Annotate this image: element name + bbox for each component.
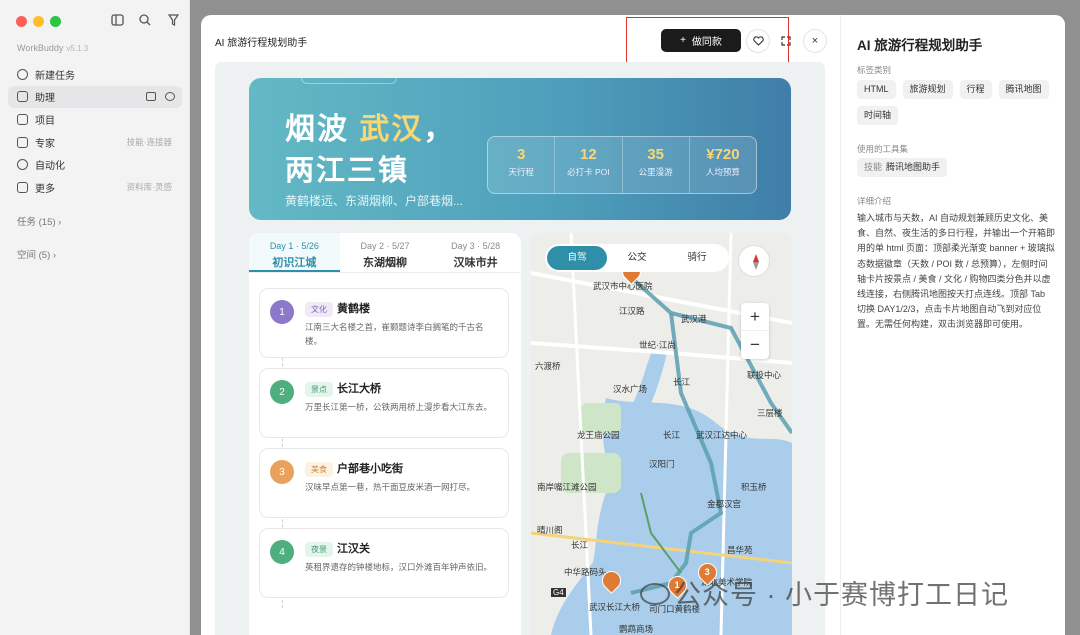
tag-chip: 时间轴 <box>857 106 899 125</box>
group-spaces[interactable]: 空间 (5) › <box>17 247 56 261</box>
stop-tag: 夜景 <box>305 542 333 557</box>
zoom-in-button[interactable]: + <box>741 303 769 331</box>
stats-badge: 3 天行程 12 必打卡 POI 35 公里漫游 ¥720 人均预算 <box>487 136 757 194</box>
detail-panel: AI 旅游行程规划助手 标签类别 HTML 旅游规划 行程 腾讯地图 时间轴 使… <box>840 15 1065 635</box>
highway-badge: G4 <box>551 588 566 597</box>
close-icon: × <box>811 35 819 47</box>
description: 输入城市与天数，AI 自动规划兼顾历史文化、美食、自然、夜生活的多日行程，并输出… <box>857 213 1056 330</box>
sidebar-toolbar <box>110 13 180 27</box>
tab-day3[interactable]: Day 3 · 5/28 汉味市井 <box>430 233 521 272</box>
tag-chip: 腾讯地图 <box>998 80 1049 99</box>
stop-name: 长江大桥 <box>337 383 381 395</box>
close-modal-button[interactable]: × <box>803 29 827 53</box>
stat-budget: ¥720 人均预算 <box>705 146 740 177</box>
tools-label: 使用的工具集 <box>857 144 909 154</box>
sidebar-item-project[interactable]: 项目 <box>8 108 182 131</box>
modal-title: AI 旅游行程规划助手 <box>215 38 308 49</box>
stop-number: 1 <box>270 300 294 324</box>
stop-tag: 景点 <box>305 382 333 397</box>
sidebar-nav: 新建任务 助理 项目 专家 技能·连接器 自动化 更多 资料库·灵感 <box>8 63 182 199</box>
more-icon <box>17 181 28 193</box>
desc-label: 详细介绍 <box>857 196 892 206</box>
zoom-window-button[interactable] <box>50 16 61 27</box>
zoom-out-button[interactable]: − <box>741 331 769 359</box>
template-modal: AI 旅游行程规划助手 + 做同款 × 烟波 武汉， 两江三镇 黄鹤楼远、东湖烟柳… <box>201 15 1065 635</box>
window-controls <box>16 16 61 27</box>
automation-icon <box>17 159 28 171</box>
close-window-button[interactable] <box>16 16 27 27</box>
transport-mode-switch: 自驾 公交 骑行 <box>545 244 729 272</box>
stop-number: 3 <box>270 460 294 484</box>
tool-chip: 技能 腾讯地图助手 <box>857 158 948 177</box>
day-tabs: Day 1 · 5/26 初识江城 Day 2 · 5/27 东湖烟柳 Day 3 … <box>249 233 521 273</box>
minimize-window-button[interactable] <box>33 16 44 27</box>
stop-desc: 汉味早点第一巷，热干面豆皮米酒一网打尽。 <box>305 482 476 492</box>
tab-day2[interactable]: Day 2 · 5/27 东湖烟柳 <box>340 233 431 272</box>
compass-icon[interactable] <box>738 245 770 277</box>
itinerary-panel: Day 1 · 5/26 初识江城 Day 2 · 5/27 东湖烟柳 Day 3 … <box>249 233 521 635</box>
tag-chip: 旅游规划 <box>902 80 953 99</box>
filter-icon[interactable] <box>166 13 180 27</box>
tags-label: 标签类别 <box>857 65 892 75</box>
wechat-icon <box>640 583 670 605</box>
expert-icon <box>17 136 28 148</box>
banner-title-line2: 两江三镇 <box>285 155 410 187</box>
stop-tag: 文化 <box>305 302 333 317</box>
watermark: 公众号 · 小于赛博打工日记 <box>640 573 1009 612</box>
stat-days: 3 天行程 <box>488 137 556 193</box>
stop-name: 江汉关 <box>337 543 370 555</box>
hero-banner: 烟波 武汉， 两江三镇 黄鹤楼远、东湖烟柳、户部巷烟... 3 天行程 12 必打卡… <box>249 78 791 220</box>
sidebar-item-new-task[interactable]: 新建任务 <box>8 63 182 86</box>
stop-name: 户部巷小吃街 <box>337 463 403 475</box>
stop-tag: 美食 <box>305 462 333 477</box>
tag-chip: HTML <box>857 80 896 99</box>
sidebar-item-assistant[interactable]: 助理 <box>8 85 182 109</box>
stop-card[interactable]: 2 景点 长江大桥万里长江第一桥，公铁两用桥上漫步看大江东去。 <box>259 368 509 438</box>
mode-transit[interactable]: 公交 <box>607 246 667 270</box>
stop-number: 2 <box>270 380 294 404</box>
html-preview: 烟波 武汉， 两江三镇 黄鹤楼远、东湖烟柳、户部巷烟... 3 天行程 12 必打卡… <box>215 62 825 635</box>
search-icon[interactable] <box>138 13 152 27</box>
banner-title-line1: 烟波 武汉， <box>285 113 456 146</box>
settings-icon[interactable] <box>165 92 175 102</box>
stop-card[interactable]: 4 夜景 江汉关英租界遗存的钟楼地标，汉口外滩百年钟声依旧。 <box>259 528 509 598</box>
mode-drive[interactable]: 自驾 <box>547 246 607 270</box>
sidebar-toggle-icon[interactable] <box>110 13 124 27</box>
tag-list: HTML 旅游规划 行程 腾讯地图 时间轴 <box>857 80 1052 125</box>
stop-name: 黄鹤楼 <box>337 303 370 315</box>
stat-distance: 35 公里漫游 <box>623 137 690 193</box>
project-icon <box>17 113 28 125</box>
sidebar-item-expert[interactable]: 专家 技能·连接器 <box>8 131 182 154</box>
tag-chip: 行程 <box>959 80 992 99</box>
group-tasks[interactable]: 任务 (15) › <box>17 214 61 228</box>
highlight-box <box>626 17 789 67</box>
mode-bike[interactable]: 骑行 <box>667 246 727 270</box>
stop-card[interactable]: 3 美食 户部巷小吃街汉味早点第一巷，热干面豆皮米酒一网打尽。 <box>259 448 509 518</box>
plus-circle-icon <box>17 68 28 80</box>
stop-number: 4 <box>270 540 294 564</box>
stop-desc: 万里长江第一桥，公铁两用桥上漫步看大江东去。 <box>305 402 493 412</box>
stop-card[interactable]: 1 文化 黄鹤楼江南三大名楼之首，崔颢题诗李白搁笔的千古名楼。 <box>259 288 509 358</box>
sidebar: WorkBuddy v5.1.3 新建任务 助理 项目 专家 技能·连接器 自动化 … <box>0 0 190 635</box>
assistant-icon <box>17 91 28 103</box>
app-name: WorkBuddy v5.1.3 <box>17 43 89 53</box>
stop-desc: 英租界遗存的钟楼地标，汉口外滩百年钟声依旧。 <box>305 562 493 572</box>
sidebar-item-more[interactable]: 更多 资料库·灵感 <box>8 176 182 199</box>
sidebar-item-automation[interactable]: 自动化 <box>8 153 182 176</box>
tool-list: 技能 腾讯地图助手 <box>857 158 1052 177</box>
zoom-control: + − <box>741 303 769 359</box>
folder-icon[interactable] <box>146 92 156 102</box>
stat-poi: 12 必打卡 POI <box>555 137 623 193</box>
banner-subtitle: 黄鹤楼远、东湖烟柳、户部巷烟... <box>285 194 464 208</box>
tab-day1[interactable]: Day 1 · 5/26 初识江城 <box>249 233 340 272</box>
panel-title: AI 旅游行程规划助手 <box>857 38 983 53</box>
stop-desc: 江南三大名楼之首，崔颢题诗李白搁笔的千古名楼。 <box>305 322 484 346</box>
